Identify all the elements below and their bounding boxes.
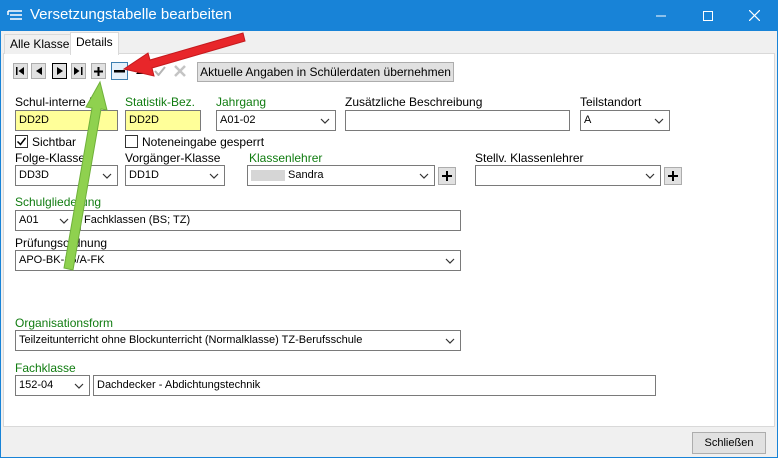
pruefungsordnung-label: Prüfungsordnung [15,236,108,250]
schulgliederung-label: Schulgliederung [15,195,102,209]
chevron-down-icon [320,118,330,124]
chevron-down-icon [102,173,112,179]
tab-details[interactable]: Details [70,32,119,55]
statistik-bez-input[interactable]: DD2D [125,110,201,131]
confirm-button[interactable] [152,63,167,79]
delete-record-button[interactable] [111,62,128,80]
checkmark-icon [153,66,166,76]
klassenlehrer-select[interactable]: Sandra [247,165,435,186]
chevron-down-icon [645,173,655,179]
schulgliederung-select[interactable]: A01 [15,210,75,231]
maximize-icon [703,10,713,21]
window-title: Versetzungstabelle bearbeiten [30,6,232,23]
first-record-button[interactable] [13,63,28,79]
teilstandort-label: Teilstandort [580,95,642,109]
noteneingabe-gesperrt-label: Noteneingabe gesperrt [142,135,265,149]
vorgaenger-klasse-label: Vorgänger-Klasse [125,151,221,165]
fachklasse-label: Fachklasse [15,361,76,375]
minimize-button[interactable] [638,0,684,31]
schul-interne-bez-label: Schul-interne Be [15,95,104,109]
zusaetzliche-beschreibung-label: Zusätzliche Beschreibung [345,95,483,109]
teilstandort-select[interactable]: A [580,110,670,131]
add-klassenlehrer-button[interactable] [438,167,456,185]
schul-interne-bez-input[interactable]: DD2D [15,110,118,131]
statistik-bez-label: Statistik-Bez. [125,95,196,109]
plus-icon [668,171,678,181]
last-record-button[interactable] [71,63,86,79]
jahrgang-label: Jahrgang [216,95,267,109]
add-record-button[interactable] [91,63,106,79]
previous-record-icon [35,67,42,75]
sichtbar-label: Sichtbar [32,135,77,149]
noteneingabe-gesperrt-checkbox[interactable] [125,135,138,148]
close-button[interactable]: Schließen [692,432,766,454]
last-record-icon [74,67,83,75]
vorgaenger-klasse-value: DD1D [129,169,159,181]
chevron-down-icon [209,173,219,179]
organisationsform-select[interactable]: Teilzeitunterricht ohne Blockunterricht … [15,330,461,351]
checkmark-icon [16,137,27,146]
organisationsform-label: Organisationsform [15,316,114,330]
klassenlehrer-value: Sandra [288,169,324,181]
plus-icon [94,66,103,76]
redacted-name-blur [251,169,285,181]
cancel-icon [173,65,186,77]
organisationsform-value: Teilzeitunterricht ohne Blockunterricht … [19,334,363,346]
folge-klasse-select[interactable]: DD3D [15,165,118,186]
apply-to-student-data-button[interactable]: Aktuelle Angaben in Schülerdaten überneh… [197,62,454,82]
chevron-down-icon [445,258,455,264]
stellv-klassenlehrer-label: Stellv. Klassenlehrer [475,151,584,165]
stellv-klassenlehrer-select[interactable] [475,165,661,186]
next-record-button[interactable] [52,63,67,79]
cancel-button[interactable] [172,63,187,79]
fachklasse-code: 152-04 [19,379,54,391]
teilstandort-value: A [584,114,592,126]
pruefungsordnung-value: APO-BK-15/A-FK [19,254,105,266]
chevron-down-icon [74,383,84,389]
close-icon [748,10,760,21]
move-up-button[interactable] [133,63,148,79]
maximize-button[interactable] [685,0,731,31]
chevron-down-icon [419,173,429,179]
zusaetzliche-beschreibung-input[interactable] [345,110,570,131]
add-stellv-klassenlehrer-button[interactable] [664,167,682,185]
folge-klasse-label: Folge-Klasse [15,151,86,165]
minimize-icon [656,15,666,16]
sichtbar-checkbox[interactable] [15,135,28,148]
chevron-down-icon [654,118,664,124]
triangle-up-icon [135,68,146,74]
schulgliederung-text: Fachklassen (BS; TZ) [80,210,461,231]
minus-icon [114,69,125,72]
jahrgang-value: A01-02 [220,114,256,126]
app-icon [7,10,22,20]
fachklasse-select[interactable]: 152-04 [15,375,90,396]
previous-record-button[interactable] [31,63,46,79]
schulgliederung-code: A01 [19,214,39,226]
next-record-icon [56,67,63,75]
jahrgang-select[interactable]: A01-02 [216,110,336,131]
chevron-down-icon [445,338,455,344]
fachklasse-text: Dachdecker - Abdichtungstechnik [93,375,656,396]
klassenlehrer-label: Klassenlehrer [249,151,323,165]
window-frame-left [0,31,1,458]
close-window-button[interactable] [731,0,777,31]
vorgaenger-klasse-select[interactable]: DD1D [125,165,225,186]
pruefungsordnung-select[interactable]: APO-BK-15/A-FK [15,250,461,271]
chevron-down-icon [59,218,69,224]
folge-klasse-value: DD3D [19,169,49,181]
plus-icon [442,171,452,181]
first-record-icon [16,67,24,75]
